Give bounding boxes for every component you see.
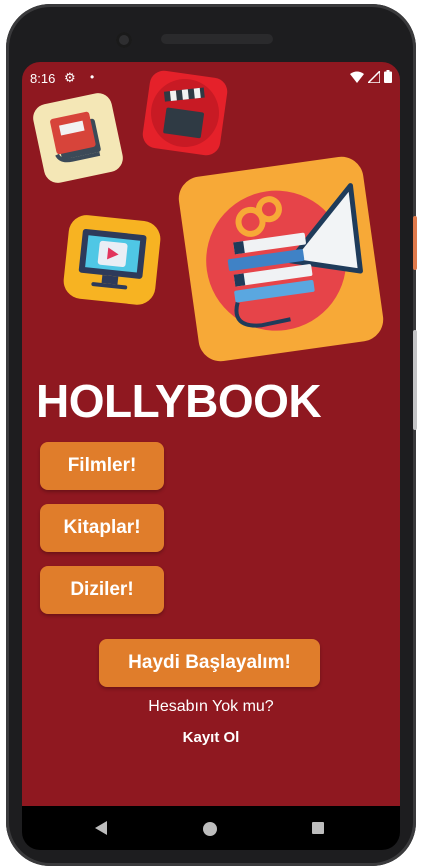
book-icon bbox=[32, 92, 124, 189]
app-title: HOLLYBOOK bbox=[36, 375, 322, 427]
books-button[interactable]: Kitaplar! bbox=[40, 504, 164, 552]
series-button[interactable]: Diziler! bbox=[40, 566, 164, 614]
back-icon[interactable] bbox=[94, 820, 108, 836]
home-icon[interactable] bbox=[203, 822, 217, 836]
front-camera bbox=[116, 32, 132, 48]
status-icons bbox=[350, 70, 392, 83]
battery-icon bbox=[384, 70, 392, 83]
speaker-grille bbox=[161, 34, 273, 44]
start-button[interactable]: Haydi Başlayalım! bbox=[99, 639, 320, 687]
power-button bbox=[413, 216, 417, 270]
no-account-text: Hesabın Yok mu? bbox=[148, 698, 274, 715]
wifi-icon bbox=[350, 71, 364, 83]
dot-icon: • bbox=[90, 70, 95, 84]
app-screen: 8:16 ⚙ • HOLLYBOOK Filmler! Kitaplar! Di… bbox=[22, 62, 400, 806]
tv-icon bbox=[60, 212, 166, 313]
clapperboard-icon bbox=[142, 70, 228, 161]
movies-button[interactable]: Filmler! bbox=[40, 442, 164, 490]
gear-icon: ⚙ bbox=[64, 70, 76, 85]
volume-button bbox=[413, 330, 417, 430]
register-link[interactable]: Kayıt Ol bbox=[22, 729, 400, 746]
cinema-books-icon bbox=[172, 150, 390, 373]
navigation-bar bbox=[22, 806, 400, 850]
status-time: 8:16 bbox=[30, 71, 56, 86]
recents-icon[interactable] bbox=[312, 822, 324, 834]
signal-icon bbox=[368, 70, 380, 83]
